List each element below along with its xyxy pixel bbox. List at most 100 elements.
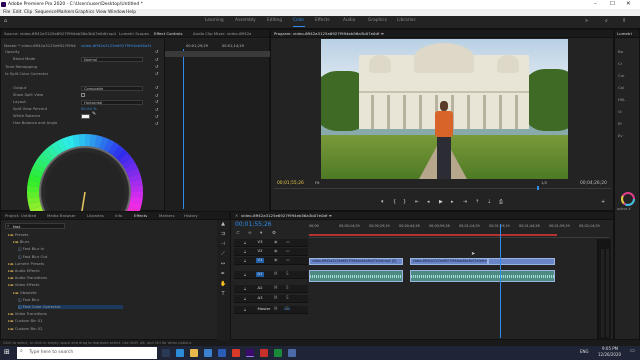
program-video-frame[interactable] [321, 39, 568, 179]
tab-effect-controls[interactable]: Effect Controls [154, 31, 183, 36]
reset-icon[interactable]: ↺ [155, 64, 158, 70]
tab-media-browser[interactable]: Media Browser [47, 213, 76, 218]
solo-button[interactable]: S [286, 285, 289, 291]
store-icon[interactable] [204, 349, 212, 357]
track-output-icon[interactable]: ▭ [286, 257, 290, 263]
effect-row-label[interactable]: Layout [13, 99, 26, 104]
effect-item[interactable]: ◫ Fast Blur Out [18, 254, 123, 259]
lift-icon[interactable]: ⇡ [475, 199, 479, 206]
timeline-timecode[interactable]: 00;01;55;26 [235, 221, 272, 229]
program-timecode[interactable]: 00;01;55;26 [277, 181, 304, 186]
export-frame-icon[interactable]: ⎙ [499, 199, 503, 206]
reset-icon[interactable]: ↺ [155, 85, 158, 91]
track-label[interactable]: A3 [256, 295, 264, 301]
video-clip[interactable]: video-6ff42a3125e6927f994eb56a3b07e0df.m… [409, 258, 489, 265]
track-visibility-icon[interactable]: ◉ [274, 257, 278, 263]
show-split-view-checkbox[interactable] [81, 93, 85, 97]
slip-tool-icon[interactable]: ↔ [220, 261, 226, 268]
reset-icon[interactable]: ↺ [155, 57, 158, 63]
reset-icon[interactable]: ↺ [155, 99, 158, 105]
lumetri-title[interactable]: Lumetri [617, 31, 632, 36]
workspace-libraries[interactable]: Libraries [397, 18, 416, 24]
tab-info[interactable]: Info [115, 213, 122, 218]
close-button[interactable]: ✕ [626, 1, 631, 7]
track-label[interactable]: A1 [256, 271, 265, 277]
reset-icon[interactable]: ↺ [155, 114, 158, 120]
tab-markers[interactable]: Markers [159, 213, 174, 218]
program-monitor-title[interactable]: Program: video-6ff42a3125e6927f994eb56a3… [274, 31, 384, 36]
play-icon[interactable]: ▶ [439, 199, 443, 206]
effect-dropdown[interactable]: Normal [81, 56, 143, 62]
reset-icon[interactable]: ↺ [155, 107, 158, 113]
effects-folder[interactable]: ▸▬ Lumetri Presets [8, 261, 123, 266]
workspace-assembly[interactable]: Assembly [235, 18, 256, 24]
effect-row-label[interactable]: Show Split View [13, 92, 43, 97]
effects-folder[interactable]: ▸▬ Custom Bin 02 [8, 326, 123, 331]
track-visibility-icon[interactable]: ◉ [274, 248, 278, 254]
video-clip[interactable] [488, 258, 555, 265]
effect-item[interactable]: ◫ Fast Blur [18, 297, 123, 302]
menu-clip[interactable]: Clip [24, 10, 32, 15]
mark-in-icon[interactable]: { [393, 199, 396, 206]
windows-start-icon[interactable]: ⊞ [4, 348, 10, 356]
effect-row-label[interactable]: Output [13, 85, 26, 90]
effect-row-label[interactable]: fx Split Color Corrector [5, 71, 48, 76]
tab-audio-clip-mixer[interactable]: Audio Clip Mixer: video-6ff42a3125e6927f… [193, 32, 251, 36]
effects-folder[interactable]: ▸▬ Blurs [13, 240, 123, 244]
video-clip[interactable]: video-6ff42a3125e6927f994eb56a3b07e0df.m… [309, 258, 404, 265]
lumetri-section[interactable]: Ba [618, 49, 623, 54]
effect-row-label[interactable]: Opacity [5, 49, 20, 54]
track-lock-icon[interactable]: 🔒︎ [244, 296, 246, 302]
eyedropper-icon[interactable]: ✎ [92, 111, 96, 118]
clock-date[interactable]: 12/26/2020 [598, 352, 621, 358]
app-icon[interactable] [288, 349, 296, 357]
track-header[interactable]: 🔒︎ V2 ◉ ▭ [234, 248, 308, 256]
wrench-icon[interactable]: ⚙ [272, 231, 276, 236]
lumetri-section[interactable]: Vi [618, 109, 622, 114]
ripple-edit-icon[interactable]: ⊣ [220, 241, 226, 248]
add-marker-icon[interactable]: ▾ [260, 231, 262, 236]
effects-folder[interactable]: ▸▬ Obsolete [13, 290, 123, 295]
track-select-icon[interactable]: ⇉ [220, 231, 226, 238]
search-help-icon[interactable]: ⌕ [605, 18, 608, 25]
track-lock-icon[interactable]: 🔒︎ [244, 307, 246, 313]
track-output-icon[interactable]: ▭ [286, 248, 290, 254]
quick-export-icon[interactable]: ⇪ [622, 18, 626, 25]
lumetri-section[interactable]: Ev [618, 133, 623, 138]
effects-folder[interactable]: ▸▬ Presets [8, 232, 123, 237]
program-scrubber[interactable] [274, 188, 611, 189]
audio-clip[interactable] [309, 270, 404, 282]
mute-button[interactable]: M [274, 285, 277, 291]
track-output-icon[interactable]: ▭ [286, 239, 290, 245]
reset-icon[interactable]: ↺ [155, 71, 158, 77]
clip-name-label[interactable]: video-6ff42a3125e6927f994eb56a3b07e0df.m… [81, 44, 151, 48]
effect-row-label[interactable]: Split View Percent [13, 106, 47, 111]
sequence-tab[interactable]: video-6ff42a3125e6927f994eb56a3b07e0df ≡ [241, 213, 332, 218]
effects-folder[interactable]: ▸▬ Audio Transitions [8, 276, 123, 280]
menu-edit[interactable]: Edit [13, 10, 22, 15]
extract-icon[interactable]: ⇣ [487, 199, 491, 206]
mini-playhead[interactable] [183, 49, 184, 209]
solo-button[interactable]: S [286, 271, 289, 277]
work-area-bar[interactable] [309, 234, 557, 236]
track-label[interactable]: V3 [256, 239, 264, 245]
audio-clip[interactable] [409, 270, 555, 282]
effect-item[interactable]: ◫ Fast Color Corrector [18, 304, 123, 310]
track-visibility-icon[interactable]: ◉ [274, 239, 278, 245]
effect-dropdown[interactable]: Composite [81, 85, 143, 91]
workspace-editing[interactable]: Editing [267, 18, 282, 24]
close-sequence-icon[interactable]: ✕ [235, 213, 238, 218]
track-label[interactable]: V1 [256, 257, 265, 263]
menu-sequence[interactable]: Sequence [35, 10, 57, 15]
menu-view[interactable]: View [96, 10, 106, 15]
workspace-color[interactable]: Color [293, 18, 304, 24]
reset-icon[interactable]: ↺ [155, 93, 158, 99]
lumetri-section[interactable]: Cr [618, 61, 622, 66]
taskbar-search-input[interactable]: ⌕ Type here to search [17, 347, 157, 359]
maximize-button[interactable]: ☐ [610, 1, 615, 7]
hand-tool-icon[interactable]: ✋ [220, 281, 226, 288]
effect-row-label[interactable]: White Balance [13, 113, 40, 118]
track-label[interactable]: Master [256, 306, 272, 312]
solo-button[interactable]: S [286, 295, 289, 301]
master-volume-value[interactable]: 0.0 [284, 306, 290, 311]
